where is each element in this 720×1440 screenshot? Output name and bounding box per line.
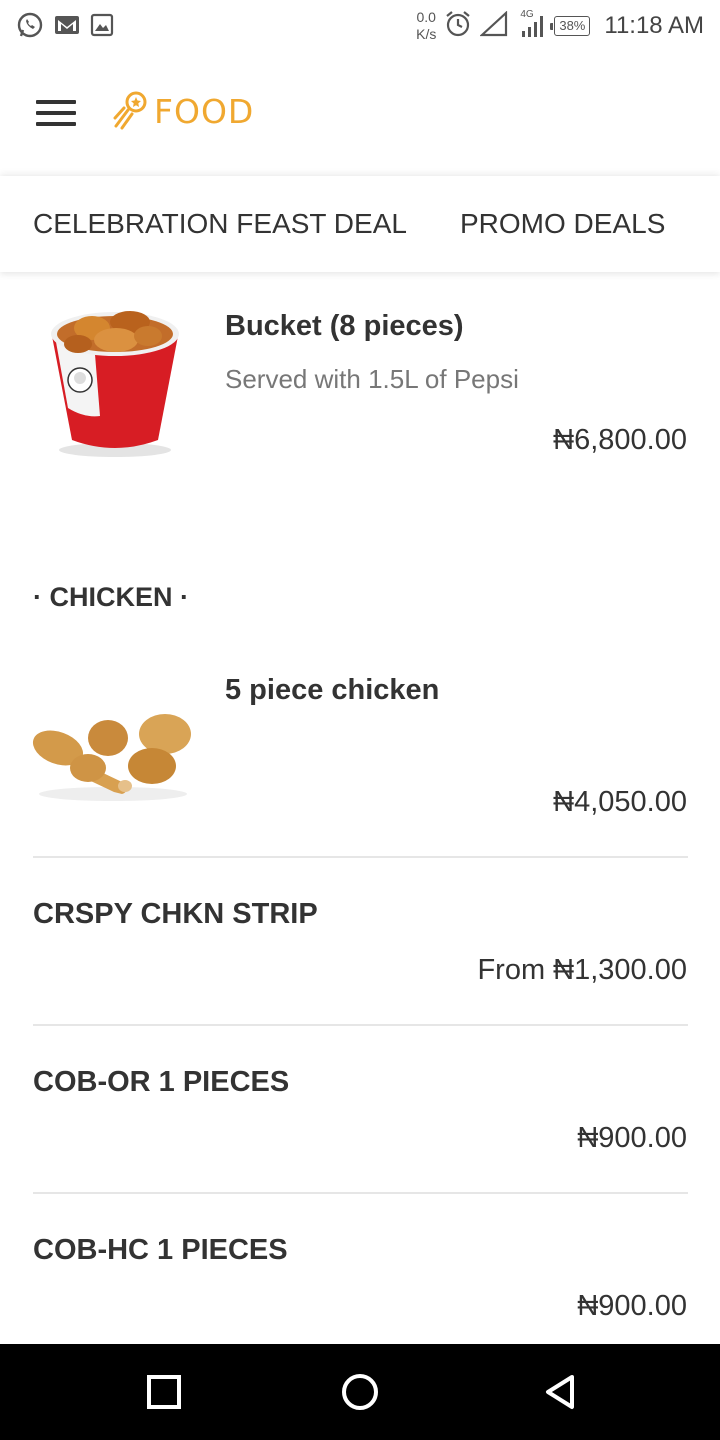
- chicken-image: [30, 708, 196, 804]
- battery-indicator: 38%: [550, 16, 591, 36]
- home-button[interactable]: [340, 1372, 380, 1412]
- tab-promo-deals[interactable]: PROMO DEALS: [460, 208, 665, 240]
- item-price: ₦4,050.00: [553, 786, 687, 818]
- item-description: Served with 1.5L of Pepsi: [225, 364, 519, 394]
- section-header-chicken: · CHICKEN ·: [33, 582, 189, 612]
- divider: [33, 856, 688, 858]
- back-triangle-icon: [546, 1375, 574, 1409]
- item-price: ₦900.00: [577, 1122, 687, 1154]
- app-bar: FOOD: [0, 54, 720, 176]
- signal-icon: [479, 9, 508, 42]
- network-speed: 0.0 K/s: [416, 9, 437, 42]
- tab-celebration-feast-deal[interactable]: CELEBRATION FEAST DEAL: [33, 208, 407, 240]
- item-title: COB-OR 1 PIECES: [33, 1066, 290, 1098]
- back-button[interactable]: [540, 1372, 580, 1412]
- mobile-data-icon: 4G: [516, 9, 546, 41]
- recents-button[interactable]: [144, 1372, 184, 1412]
- item-price: ₦6,800.00: [553, 424, 687, 456]
- hamburger-icon: [36, 100, 76, 104]
- item-title: COB-HC 1 PIECES: [33, 1234, 288, 1266]
- category-tabs: CELEBRATION FEAST DEAL PROMO DEALS: [0, 176, 720, 272]
- bucket-image: [44, 300, 186, 460]
- item-title: CRSPY CHKN STRIP: [33, 898, 318, 930]
- divider: [33, 1192, 688, 1194]
- navigation-bar: [0, 1344, 720, 1440]
- app-logo: FOOD: [112, 90, 254, 132]
- hamburger-line: [36, 122, 76, 126]
- item-price: From ₦1,300.00: [477, 954, 687, 986]
- square-icon: [147, 1375, 181, 1409]
- hamburger-line: [36, 111, 76, 115]
- alarm-icon: [444, 10, 472, 43]
- menu-button[interactable]: [36, 100, 76, 128]
- rocket-logo-icon: [113, 91, 147, 130]
- circle-icon: [342, 1374, 378, 1410]
- status-bar: 0.0 K/s 4G 38% 11:18 AM: [0, 0, 720, 54]
- gmail-icon: [54, 14, 80, 36]
- item-price: ₦900.00: [577, 1290, 687, 1322]
- menu-list: Bucket (8 pieces) Served with 1.5L of Pe…: [0, 272, 720, 1344]
- logo-text: FOOD: [154, 91, 255, 131]
- divider: [33, 1024, 688, 1026]
- item-title: 5 piece chicken: [225, 674, 440, 706]
- whatsapp-icon: [16, 11, 44, 39]
- item-title: Bucket (8 pieces): [225, 310, 464, 342]
- clock: 11:18 AM: [604, 12, 704, 39]
- gallery-icon: [90, 13, 114, 37]
